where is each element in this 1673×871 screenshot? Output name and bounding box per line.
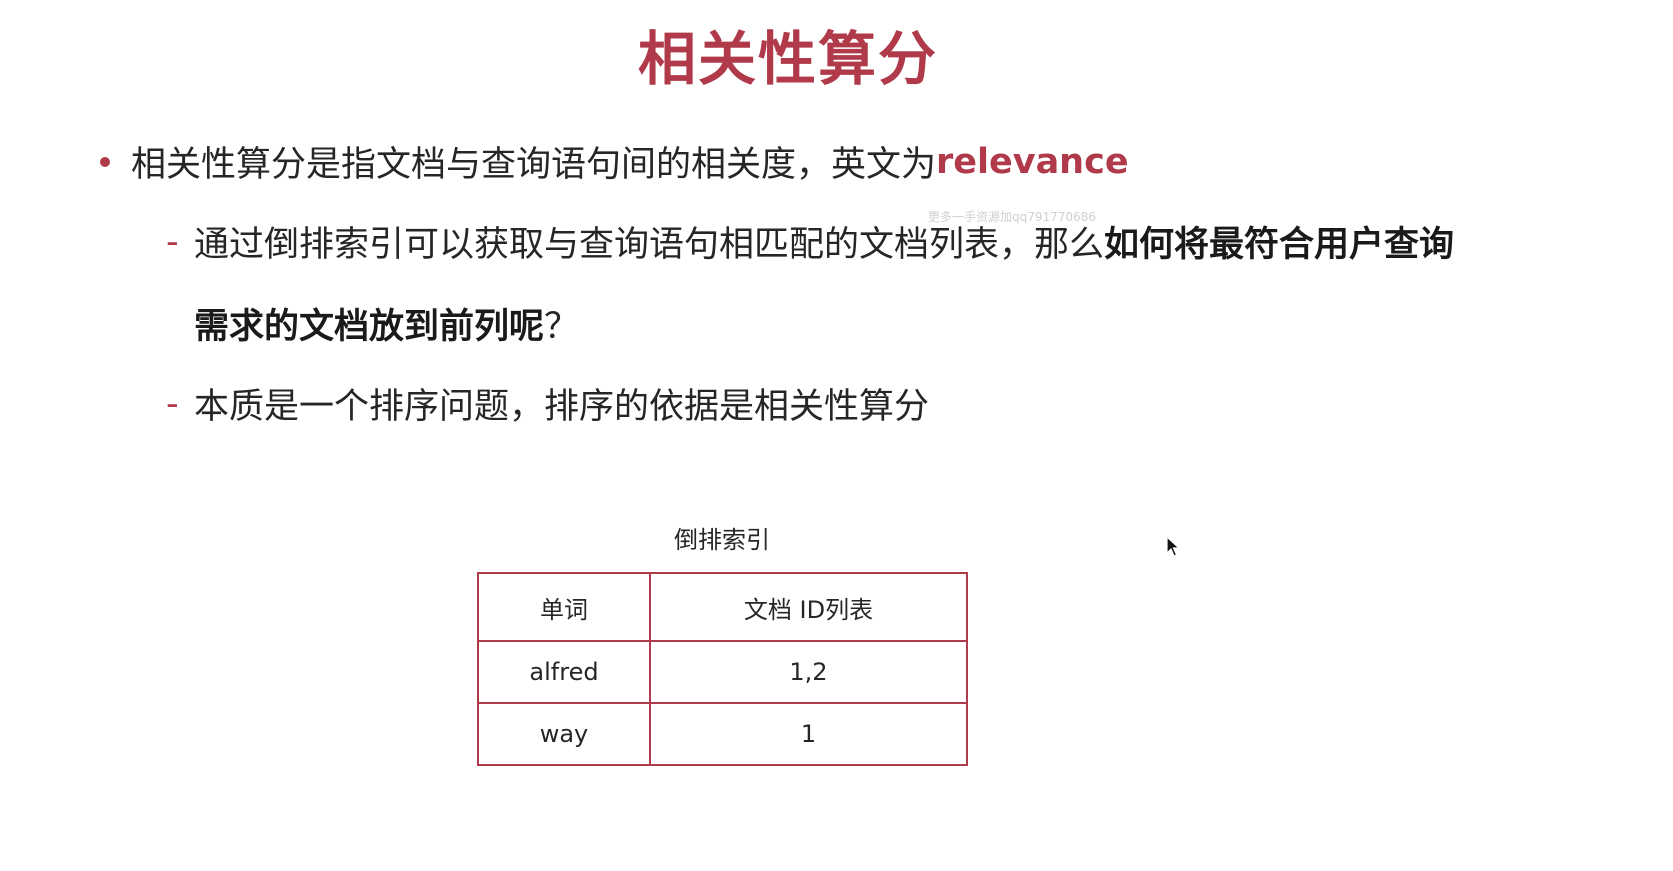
sub-bullet-1-bold-line2: 需求的文档放到前列呢 — [194, 307, 545, 347]
table-cell-term: alfred — [477, 640, 651, 704]
table-header-cell: 单词 — [477, 572, 651, 642]
table-caption: 倒排索引 — [674, 526, 770, 554]
sub-bullet-2-text: 本质是一个排序问题，排序的依据是相关性算分 — [194, 387, 930, 427]
table-cell-doc-ids: 1,2 — [649, 640, 968, 704]
table-cell-term: way — [477, 702, 651, 766]
table-row: way 1 — [477, 702, 968, 766]
dash-icon: - — [166, 383, 179, 424]
sub-bullet-1-plain: 通过倒排索引可以获取与查询语句相匹配的文档列表，那么 — [194, 225, 1105, 265]
sub-bullet-1-bold-line1: 如何将最符合用户查询 — [1104, 225, 1455, 265]
main-bullet-text: 相关性算分是指文档与查询语句间的相关度，英文为 — [131, 145, 937, 185]
dash-icon: - — [166, 221, 179, 262]
main-bullet: 相关性算分是指文档与查询语句间的相关度，英文为 relevance — [100, 136, 1129, 187]
table-header-cell: 文档 ID列表 — [649, 572, 968, 642]
inverted-index-table: 单词 文档 ID列表 alfred 1,2 way 1 — [477, 572, 968, 766]
table-header-row: 单词 文档 ID列表 — [477, 572, 968, 642]
table-cell-doc-ids: 1 — [649, 702, 968, 766]
table-row: alfred 1,2 — [477, 640, 968, 704]
sub-bullet-1-tail: ？ — [544, 307, 580, 347]
slide-title: 相关性算分 — [637, 25, 938, 93]
sub-bullet-1-continuation: 需求的文档放到前列呢？ — [194, 298, 579, 349]
sub-bullet-2: - 本质是一个排序问题，排序的依据是相关性算分 — [166, 378, 929, 429]
bullet-dot-icon — [100, 156, 110, 167]
mouse-pointer-icon — [1166, 536, 1181, 557]
relevance-keyword: relevance — [936, 141, 1129, 182]
sub-bullet-1: - 通过倒排索引可以获取与查询语句相匹配的文档列表，那么 如何将最符合用户查询 — [166, 216, 1454, 267]
